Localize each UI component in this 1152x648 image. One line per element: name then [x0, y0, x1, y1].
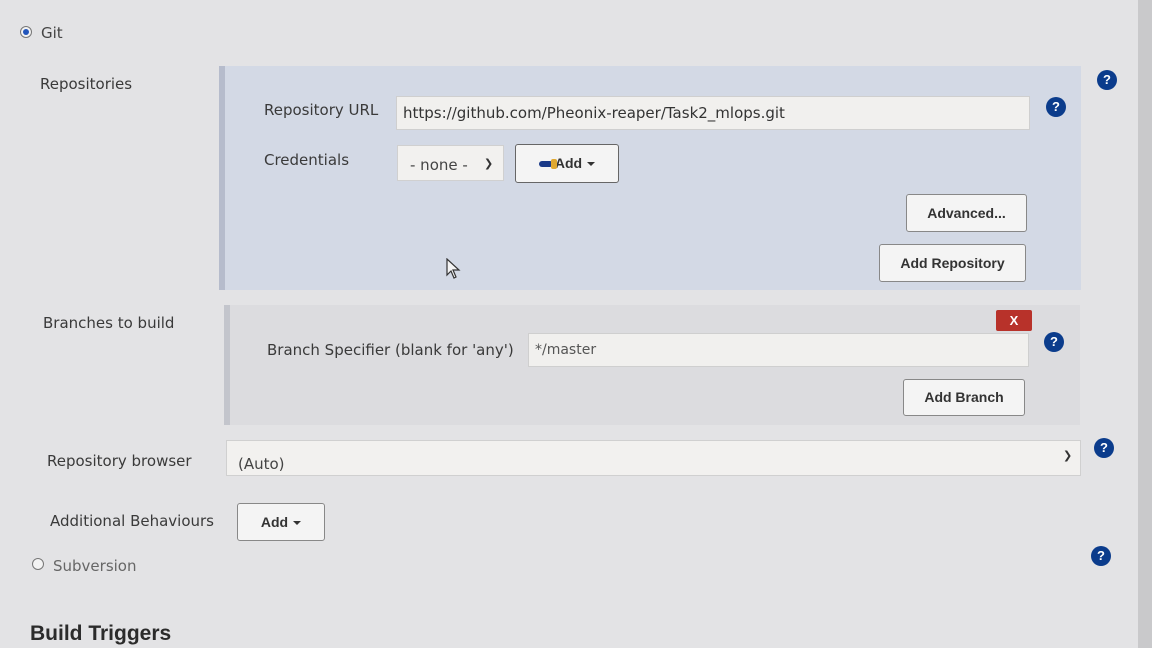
key-icon [538, 159, 557, 170]
repository-browser-value: (Auto) [238, 455, 285, 473]
branch-specifier-label: Branch Specifier (blank for 'any') [267, 341, 514, 359]
add-repository-button[interactable]: Add Repository [879, 244, 1026, 282]
additional-behaviours-label: Additional Behaviours [50, 512, 214, 530]
subversion-help-icon[interactable]: ? [1091, 546, 1111, 566]
build-triggers-heading: Build Triggers [30, 622, 172, 645]
branch-specifier-help-icon[interactable]: ? [1044, 332, 1064, 352]
repositories-label: Repositories [40, 75, 133, 93]
credentials-add-label: Add [554, 155, 583, 171]
repository-url-label: Repository URL [264, 101, 379, 119]
repository-browser-label: Repository browser [47, 452, 192, 470]
git-radio[interactable] [20, 26, 32, 38]
subversion-radio[interactable] [32, 558, 44, 570]
delete-branch-button[interactable]: X [996, 310, 1032, 331]
repository-url-input[interactable]: https://github.com/Pheonix-reaper/Task2_… [396, 96, 1030, 130]
credentials-label: Credentials [264, 151, 350, 169]
subversion-radio-label: Subversion [53, 557, 137, 575]
branch-specifier-input[interactable]: */master [528, 333, 1029, 367]
repository-browser-select[interactable]: (Auto) ❯ [226, 440, 1081, 476]
additional-behaviours-add-label: Add [260, 514, 289, 530]
git-radio-label: Git [41, 24, 63, 42]
chevron-down-icon: ❯ [484, 157, 494, 170]
additional-behaviours-add-button[interactable]: Add [237, 503, 325, 541]
credentials-select[interactable]: - none - ❯ [397, 145, 504, 181]
advanced-button[interactable]: Advanced... [906, 194, 1027, 232]
branches-to-build-label: Branches to build [43, 314, 175, 332]
caret-down-icon [587, 162, 596, 167]
repositories-help-icon[interactable]: ? [1097, 70, 1117, 90]
window-edge [1138, 0, 1152, 648]
credentials-selected-value: - none - [410, 156, 468, 174]
repository-url-help-icon[interactable]: ? [1046, 97, 1066, 117]
chevron-down-icon: ❯ [1063, 449, 1073, 462]
mouse-pointer-icon [446, 258, 461, 279]
caret-down-icon [293, 521, 302, 526]
add-branch-button[interactable]: Add Branch [903, 379, 1025, 416]
repository-browser-help-icon[interactable]: ? [1094, 438, 1114, 458]
credentials-add-button[interactable]: Add [515, 144, 619, 183]
